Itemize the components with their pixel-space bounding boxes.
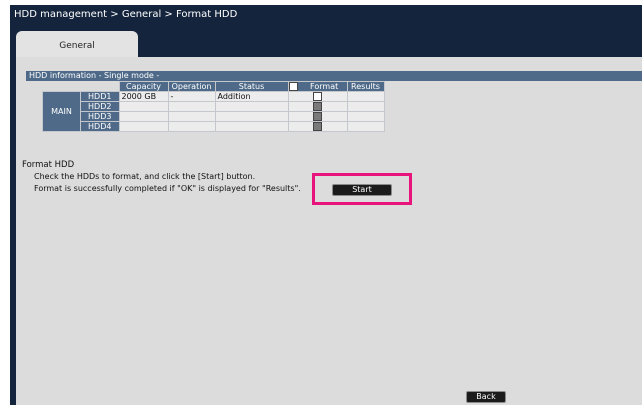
table-row: HDD4 [43, 121, 385, 132]
results-cell [346, 111, 385, 122]
row-label-hdd2: HDD2 [80, 101, 120, 112]
col-header-format: Format [287, 81, 348, 92]
status-cell [214, 121, 289, 132]
operation-cell: - [167, 91, 216, 102]
capacity-cell: 2000 GB [118, 91, 169, 102]
back-button[interactable]: Back [466, 391, 506, 403]
capacity-cell [118, 111, 169, 122]
format-instruction-1: Check the HDDs to format, and click the … [34, 172, 256, 181]
hdd2-format-checkbox [313, 102, 322, 111]
format-hdd-title: Format HDD [22, 160, 75, 170]
results-cell [346, 91, 385, 102]
row-label-hdd3: HDD3 [80, 111, 120, 122]
hdd1-format-checkbox[interactable] [313, 92, 322, 101]
capacity-cell [118, 121, 169, 132]
format-cell [287, 121, 348, 132]
table-row: HDD2 [43, 101, 385, 112]
status-cell: Addition [214, 91, 289, 102]
format-cell [287, 101, 348, 112]
col-header-results: Results [346, 81, 385, 92]
col-header-format-label: Format [310, 82, 339, 91]
operation-cell [167, 111, 216, 122]
results-cell [346, 101, 385, 112]
row-label-hdd4: HDD4 [80, 121, 120, 132]
results-cell [346, 121, 385, 132]
start-button-highlight: Start [312, 173, 412, 205]
breadcrumb: HDD management > General > Format HDD [14, 9, 238, 20]
content-panel: HDD information - Single mode - Capacity… [16, 57, 642, 405]
format-cell [287, 91, 348, 102]
capacity-cell [118, 101, 169, 112]
operation-cell [167, 101, 216, 112]
format-cell [287, 111, 348, 122]
app-window: HDD management > General > Format HDD Ge… [10, 5, 642, 405]
status-cell [214, 101, 289, 112]
col-header-operation: Operation [167, 81, 216, 92]
table-row: HDD3 [43, 111, 385, 122]
hdd3-format-checkbox [313, 112, 322, 121]
section-title: HDD information - Single mode - [26, 71, 642, 81]
operation-cell [167, 121, 216, 132]
format-select-all-checkbox[interactable] [288, 82, 298, 91]
hdd-info-table: Capacity Operation Status Format Results… [42, 81, 385, 132]
col-header-capacity: Capacity [118, 81, 169, 92]
table-row: MAIN HDD1 2000 GB - Addition [42, 91, 385, 132]
status-cell [214, 111, 289, 122]
format-instruction-2: Format is successfully completed if "OK"… [34, 184, 301, 193]
start-button[interactable]: Start [332, 184, 392, 196]
row-label-hdd1: HDD1 [80, 91, 120, 102]
group-label-main: MAIN [42, 91, 81, 132]
col-header-status: Status [214, 81, 289, 92]
hdd4-format-checkbox [313, 122, 322, 131]
